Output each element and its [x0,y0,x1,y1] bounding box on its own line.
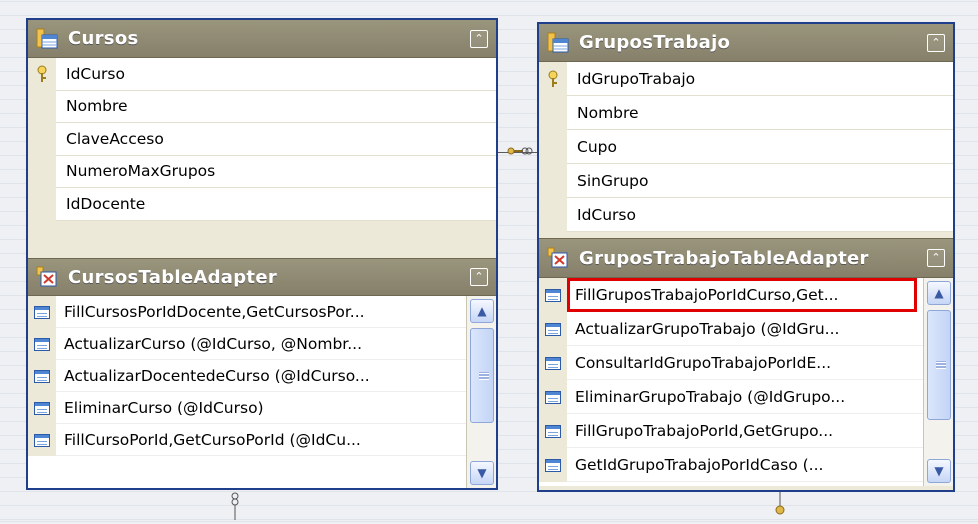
grupostrabajo-query-list[interactable]: FillGruposTrabajoPorIdCurso,Get... Actua… [539,278,953,486]
grupostrabajo-title: GruposTrabajo [579,32,731,53]
grupostrabajo-header[interactable]: GruposTrabajo ⌃ [539,24,953,62]
query-row[interactable]: FillGrupoTrabajoPorId,GetGrupo... [539,414,953,448]
scroll-thumb[interactable] [927,310,951,420]
query-text: ActualizarGrupoTrabajo (@IdGru... [567,312,923,346]
cursos-query-list[interactable]: FillCursosPorIdDocente,GetCursosPor... A… [28,296,496,488]
query-icon [539,346,567,380]
query-icon [28,328,56,360]
query-icon [539,414,567,448]
scroll-up-icon[interactable]: ▲ [927,281,951,305]
query-icon [28,296,56,328]
collapse-icon[interactable]: ⌃ [470,268,488,286]
primary-key-icon [28,58,56,91]
query-text: ConsultarIdGrupoTrabajoPorIdE... [567,346,923,380]
column-name: IdCurso [56,58,496,91]
query-row[interactable]: ActualizarGrupoTrabajo (@IdGru... [539,312,953,346]
column-row[interactable]: Cupo [539,130,953,164]
column-name: SinGrupo [567,164,953,198]
query-text: GetIdGrupoTrabajoPorIdCaso (... [567,448,923,482]
cursos-columns: IdCurso Nombre ClaveAcceso NumeroMaxGrup… [28,58,496,258]
column-row[interactable]: Nombre [28,90,496,123]
query-row[interactable]: ActualizarCurso (@IdCurso, @Nombr... [28,328,496,360]
query-row[interactable]: ActualizarDocentedeCurso (@IdCurso... [28,360,496,392]
grupostrabajo-table[interactable]: GruposTrabajo ⌃ IdGrupoTrabajo Nombre Cu… [537,22,955,492]
datatable-icon [36,28,58,50]
query-text: FillCursosPorIdDocente,GetCursosPor... [56,296,466,328]
collapse-icon[interactable]: ⌃ [927,249,945,267]
column-name: IdGrupoTrabajo [567,62,953,96]
column-name: Nombre [56,90,496,123]
query-row[interactable]: GetIdGrupoTrabajoPorIdCaso (... [539,448,953,482]
grupostrabajo-columns: IdGrupoTrabajo Nombre Cupo SinGrupo IdCu… [539,62,953,238]
column-name: Nombre [567,96,953,130]
query-row[interactable]: EliminarCurso (@IdCurso) [28,392,496,424]
cursos-title: Cursos [68,28,139,49]
query-text: ActualizarDocentedeCurso (@IdCurso... [56,360,466,392]
query-icon [539,278,567,312]
column-row[interactable]: IdCurso [539,198,953,232]
query-icon [539,380,567,414]
column-row[interactable]: IdGrupoTrabajo [539,62,953,96]
cursos-adapter-header[interactable]: CursosTableAdapter ⌃ [28,258,496,296]
query-text: EliminarCurso (@IdCurso) [56,392,466,424]
relation-key-icon [503,143,533,163]
query-icon [28,360,56,392]
query-text: EliminarGrupoTrabajo (@IdGrupo... [567,380,923,414]
datatable-icon [547,32,569,54]
cursos-table[interactable]: Cursos ⌃ IdCurso Nombre ClaveAcceso Nume… [26,18,498,490]
query-text: FillGrupoTrabajoPorId,GetGrupo... [567,414,923,448]
relation-stub-bottom-left [228,490,242,524]
query-text: ActualizarCurso (@IdCurso, @Nombr... [56,328,466,360]
collapse-icon[interactable]: ⌃ [470,29,488,48]
query-icon [539,312,567,346]
collapse-icon[interactable]: ⌃ [927,33,945,52]
query-icon [539,448,567,482]
scroll-down-icon[interactable]: ▼ [927,459,951,483]
query-text-selected: FillGruposTrabajoPorIdCurso,Get... [567,278,917,312]
grupostrabajo-adapter-header[interactable]: GruposTrabajoTableAdapter ⌃ [539,238,953,278]
query-row[interactable]: FillGruposTrabajoPorIdCurso,Get... [539,278,953,312]
tableadapter-icon [547,247,569,269]
query-scrollbar[interactable]: ▲ ▼ [466,296,496,488]
cursos-header[interactable]: Cursos ⌃ [28,20,496,58]
grupostrabajo-adapter-title: GruposTrabajoTableAdapter [579,247,869,269]
scroll-down-icon[interactable]: ▼ [470,461,494,485]
query-scrollbar[interactable]: ▲ ▼ [923,278,953,486]
query-text: FillCursoPorId,GetCursoPorId (@IdCu... [56,424,466,456]
query-row[interactable]: FillCursosPorIdDocente,GetCursosPor... [28,296,496,328]
column-name: ClaveAcceso [56,123,496,156]
column-row[interactable]: SinGrupo [539,164,953,198]
query-icon [28,392,56,424]
cursos-adapter-title: CursosTableAdapter [68,266,277,288]
scroll-thumb[interactable] [470,328,494,423]
primary-key-icon [539,62,567,96]
column-name: Cupo [567,130,953,164]
tableadapter-icon [36,266,58,288]
relation-stub-bottom-right [774,492,786,522]
column-name: IdCurso [567,198,953,232]
column-row[interactable]: Nombre [539,96,953,130]
column-name: NumeroMaxGrupos [56,155,496,188]
column-row[interactable]: IdDocente [28,188,496,221]
scroll-up-icon[interactable]: ▲ [470,299,494,323]
column-name: IdDocente [56,188,496,221]
column-row[interactable]: NumeroMaxGrupos [28,155,496,188]
column-row[interactable]: ClaveAcceso [28,123,496,156]
column-row[interactable]: IdCurso [28,58,496,91]
query-row[interactable]: FillCursoPorId,GetCursoPorId (@IdCu... [28,424,496,456]
query-row[interactable]: ConsultarIdGrupoTrabajoPorIdE... [539,346,953,380]
query-row[interactable]: EliminarGrupoTrabajo (@IdGrupo... [539,380,953,414]
query-icon [28,424,56,456]
